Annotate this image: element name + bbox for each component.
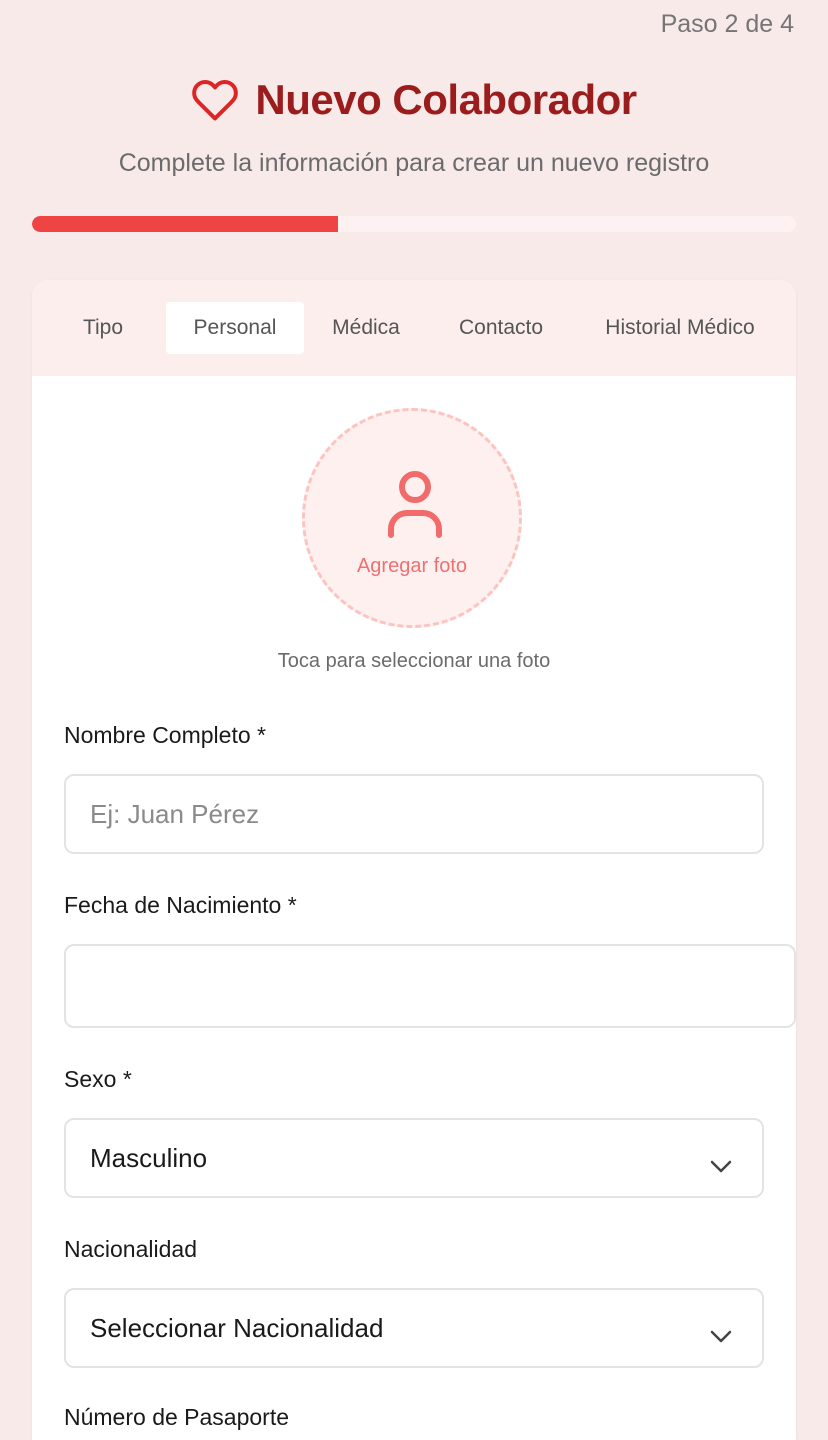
step-indicator: Paso 2 de 4 bbox=[660, 10, 794, 38]
progress-bar bbox=[32, 216, 796, 232]
tab-medica[interactable]: Médica bbox=[318, 302, 414, 354]
progress-bar-fill bbox=[32, 216, 338, 232]
nationality-label: Nacionalidad bbox=[64, 1236, 197, 1262]
page-subtitle: Complete la información para crear un nu… bbox=[118, 149, 710, 177]
passport-label: Número de Pasaporte bbox=[64, 1404, 290, 1430]
chevron-down-icon bbox=[710, 1320, 732, 1343]
add-photo-label: Agregar foto bbox=[356, 555, 468, 577]
nationality-select[interactable]: Seleccionar Nacionalidad bbox=[64, 1288, 764, 1368]
tab-tipo[interactable]: Tipo bbox=[58, 302, 148, 354]
tab-personal[interactable]: Personal bbox=[166, 302, 304, 354]
birthdate-input[interactable] bbox=[64, 944, 796, 1028]
page-header: Nuevo Colaborador bbox=[0, 76, 828, 124]
chevron-down-icon bbox=[710, 1150, 732, 1173]
form-card: Tipo Personal Médica Contacto Historial … bbox=[32, 280, 796, 1440]
tab-contacto[interactable]: Contacto bbox=[440, 302, 562, 354]
sex-selected-value: Masculino bbox=[90, 1142, 208, 1173]
tab-historial-medico[interactable]: Historial Médico bbox=[584, 302, 776, 354]
photo-hint: Toca para seleccionar una foto bbox=[277, 650, 551, 672]
heart-icon bbox=[191, 76, 239, 124]
page-title: Nuevo Colaborador bbox=[255, 76, 637, 123]
name-label: Nombre Completo * bbox=[64, 722, 266, 748]
sex-label: Sexo * bbox=[64, 1066, 132, 1092]
name-input[interactable]: Ej: Juan Pérez bbox=[64, 774, 764, 854]
tab-bar: Tipo Personal Médica Contacto Historial … bbox=[32, 280, 796, 376]
birthdate-label: Fecha de Nacimiento * bbox=[64, 892, 297, 918]
sex-select[interactable]: Masculino bbox=[64, 1118, 764, 1198]
add-photo-button[interactable]: Agregar foto bbox=[302, 408, 522, 628]
nationality-selected-value: Seleccionar Nacionalidad bbox=[90, 1312, 384, 1343]
user-icon bbox=[385, 469, 445, 541]
